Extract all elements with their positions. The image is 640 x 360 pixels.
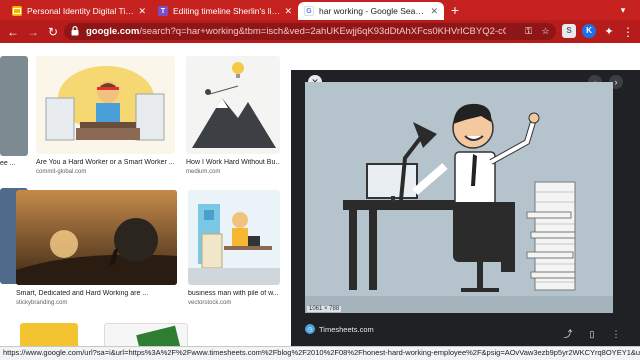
image-dimensions: 1061 × 788 xyxy=(307,306,342,312)
close-tab-icon[interactable]: ✕ xyxy=(430,6,438,17)
image-results-page: ee ... Are You a Hard Worker or a Smart … xyxy=(0,43,640,346)
result-thumbnail[interactable] xyxy=(36,56,175,154)
source-site-link[interactable]: ◷ Timesheets.com xyxy=(305,321,374,337)
mountain-climber-illustration xyxy=(192,62,276,148)
bookmark-star-icon[interactable]: ☆ xyxy=(539,25,552,38)
close-tab-icon[interactable]: ✕ xyxy=(138,6,146,17)
result-card[interactable]: business man with pile of w... vectorsto… xyxy=(188,190,281,315)
tab-editing-timeline[interactable]: T Editing timeline Sherlin's life | Tim … xyxy=(152,2,298,20)
profile-avatar[interactable]: K xyxy=(582,24,596,38)
lock-icon xyxy=(71,26,79,36)
back-arrow-icon[interactable]: ← xyxy=(5,24,21,40)
extensions-puzzle-icon[interactable]: ✦ xyxy=(601,24,617,40)
menu-kebab-icon[interactable]: ⋮ xyxy=(620,24,636,40)
boulder-pushing-photo xyxy=(16,190,177,285)
result-thumbnail[interactable] xyxy=(16,190,177,285)
result-card-partial[interactable]: ee ... xyxy=(0,56,30,176)
address-bar[interactable]: google.com/search?q=har+working&tbm=isch… xyxy=(64,23,556,40)
more-options-icon[interactable]: ⋮ xyxy=(609,327,623,341)
google-icon: G xyxy=(304,6,314,16)
result-thumbnail[interactable] xyxy=(210,325,280,346)
link-status-bar: https://www.google.com/url?sa=i&url=http… xyxy=(0,346,640,360)
slides-icon xyxy=(12,6,22,16)
site-favicon-icon: ◷ xyxy=(305,324,315,334)
tab-google-search[interactable]: G har working - Google Search ✕ xyxy=(298,2,444,20)
result-thumbnail[interactable] xyxy=(104,323,188,346)
result-card[interactable]: Are You a Hard Worker or a Smart Worker … xyxy=(36,56,176,181)
tab-personal-identity[interactable]: Personal Identity Digital Timeline ✕ xyxy=(6,2,152,20)
forward-arrow-icon[interactable]: → xyxy=(25,24,41,40)
result-thumbnail[interactable] xyxy=(20,323,78,346)
result-thumbnail[interactable] xyxy=(186,56,280,154)
reload-icon[interactable]: ↻ xyxy=(45,24,61,40)
result-thumbnail[interactable] xyxy=(188,190,280,285)
image-preview-panel: ✕ ‹ › xyxy=(291,70,640,346)
result-card[interactable]: How I Work Hard Without Bu... medium.com xyxy=(186,56,280,181)
close-tab-icon[interactable]: ✕ xyxy=(284,6,292,17)
businessman-pile-illustration xyxy=(188,204,280,285)
hard-worker-illustration xyxy=(45,66,165,141)
save-bookmark-icon[interactable]: ▯ xyxy=(585,327,599,341)
key-icon[interactable]: ⚿ xyxy=(522,25,535,38)
browser-toolbar: ← → ↻ google.com/search?q=har+working&tb… xyxy=(0,20,640,43)
extension-s-icon[interactable]: S xyxy=(562,24,576,38)
result-card[interactable]: Smart, Dedicated and Hard Working are ..… xyxy=(16,190,178,315)
new-tab-button[interactable]: + xyxy=(446,2,464,18)
tab-strip: Personal Identity Digital Timeline ✕ T E… xyxy=(0,0,640,20)
happy-worker-illustration xyxy=(305,82,613,313)
preview-image[interactable]: 1061 × 788 xyxy=(305,82,613,313)
tab-search-chevron-icon[interactable]: ▾ xyxy=(616,3,630,17)
result-thumbnail[interactable] xyxy=(0,56,28,156)
timetoast-icon: T xyxy=(158,6,168,16)
share-icon[interactable]: ⤴ xyxy=(561,327,575,341)
url-text: google.com/search?q=har+working&tbm=isch… xyxy=(86,26,506,37)
